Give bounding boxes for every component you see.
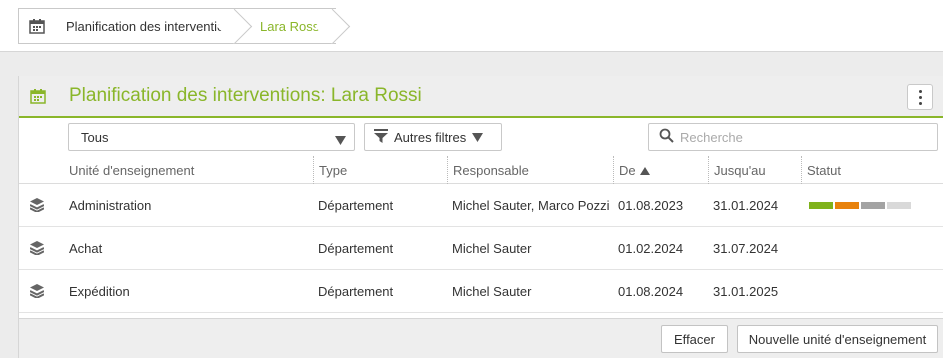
status-segment (887, 202, 911, 209)
table-header: Unité d'enseignement Type Responsable De… (19, 156, 943, 184)
cell-type: Département (318, 241, 394, 256)
kebab-dot-icon (918, 101, 922, 105)
column-label: Statut (807, 162, 841, 178)
cell-to: 31.01.2024 (713, 198, 779, 213)
column-label: De (619, 162, 636, 178)
panel-footer: Effacer Nouvelle unité d'enseignement (19, 318, 943, 358)
cell-type: Département (318, 198, 394, 213)
table-row[interactable]: Administration Département Michel Sauter… (19, 184, 943, 227)
column-header-unit[interactable]: Unité d'enseignement (64, 156, 194, 184)
cell-to: 31.07.2024 (713, 241, 779, 256)
kebab-dot-icon (918, 89, 922, 93)
filter-bar: Tous Autres filtres (19, 118, 943, 156)
status-segment (861, 202, 885, 209)
breadcrumb-label: Lara Rossi (260, 18, 323, 34)
cell-status (804, 184, 911, 227)
calendar-icon[interactable] (18, 8, 54, 44)
table-row[interactable]: Expédition Département Michel Sauter 01.… (19, 270, 943, 313)
column-header-to[interactable]: Jusqu'au (708, 156, 766, 184)
status-progress-bar (809, 202, 911, 209)
status-segment (809, 202, 833, 209)
cell-type: Département (318, 284, 394, 299)
cell-to: 31.01.2025 (713, 284, 779, 299)
column-header-type[interactable]: Type (313, 156, 347, 184)
cell-unit: Achat (69, 241, 103, 256)
page-title: Planification des interventions: Lara Ro… (69, 85, 422, 106)
status-segment (835, 202, 859, 209)
breadcrumb-item-current[interactable]: Lara Rossi (238, 8, 337, 44)
cell-responsible: Michel Sauter (452, 241, 532, 256)
search-box (648, 123, 938, 151)
caret-down-icon (472, 130, 484, 145)
column-header-responsible[interactable]: Responsable (447, 156, 529, 184)
top-bar: Planification des interventions Lara Ros… (0, 0, 943, 52)
more-filters-label: Autres filtres (394, 129, 467, 145)
sort-ascending-icon (639, 163, 650, 178)
cell-from: 01.02.2024 (618, 241, 684, 256)
table-row[interactable]: Achat Département Michel Sauter 01.02.20… (19, 227, 943, 270)
search-icon (659, 128, 674, 146)
cell-from: 01.08.2024 (618, 284, 684, 299)
kebab-dot-icon (918, 95, 922, 99)
breadcrumb-item-planning[interactable]: Planification des interventions (54, 8, 238, 44)
breadcrumb: Planification des interventions Lara Ros… (18, 8, 337, 44)
cell-from: 01.08.2023 (618, 198, 684, 213)
panel-header: Planification des interventions: Lara Ro… (19, 76, 943, 118)
clear-button[interactable]: Effacer (661, 325, 728, 353)
more-options-button[interactable] (907, 84, 933, 110)
column-label: Responsable (453, 162, 529, 178)
column-label: Jusqu'au (714, 162, 766, 178)
layers-icon (29, 284, 45, 301)
layers-icon (29, 241, 45, 258)
column-header-status[interactable]: Statut (801, 156, 841, 184)
column-label: Unité d'enseignement (69, 162, 195, 178)
column-label: Type (319, 162, 348, 178)
scope-select[interactable]: Tous (68, 123, 355, 151)
new-unit-button[interactable]: Nouvelle unité d'enseignement (737, 325, 938, 353)
layers-icon (29, 198, 45, 215)
column-header-from[interactable]: De (613, 156, 650, 184)
cell-unit: Expédition (69, 284, 130, 299)
filter-icon (374, 128, 388, 146)
cell-responsible: Michel Sauter, Marco Pozzi (452, 198, 610, 213)
scope-select-value: Tous (81, 129, 109, 145)
breadcrumb-label: Planification des interventions (66, 18, 228, 34)
more-filters-button[interactable]: Autres filtres (364, 123, 502, 151)
cell-responsible: Michel Sauter (452, 284, 532, 299)
cell-unit: Administration (69, 198, 152, 213)
search-input[interactable] (680, 129, 920, 145)
planning-panel: Planification des interventions: Lara Ro… (18, 76, 943, 358)
caret-down-icon (335, 133, 346, 148)
calendar-icon (30, 88, 46, 107)
